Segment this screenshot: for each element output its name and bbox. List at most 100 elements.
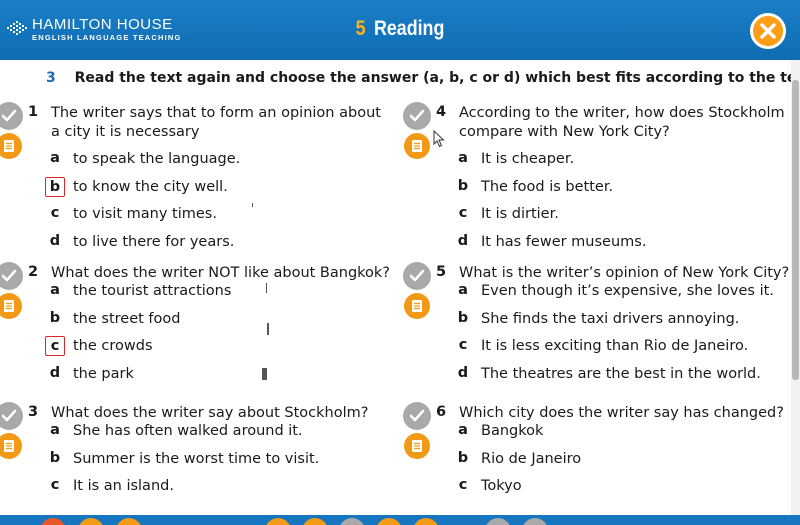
option-letter[interactable]: c (453, 476, 473, 496)
check-icon[interactable] (403, 262, 431, 290)
option-letter[interactable]: a (45, 421, 65, 441)
close-icon (760, 23, 776, 39)
question-number: 4 (436, 104, 447, 120)
answer-option-c[interactable]: c Tokyo (453, 475, 522, 497)
notes-icon[interactable] (404, 133, 430, 159)
option-letter[interactable]: a (453, 421, 473, 441)
question-text: compare with New York City? (459, 124, 670, 140)
option-text: the tourist attractions (73, 283, 232, 299)
answer-option-c[interactable]: c It is less exciting than Rio de Janeiro… (453, 335, 749, 357)
option-text: to know the city well. (73, 178, 228, 195)
notes-icon[interactable] (404, 293, 430, 319)
option-text: Bangkok (481, 423, 544, 439)
notes-icon[interactable] (0, 433, 22, 459)
option-letter[interactable]: b (453, 177, 473, 197)
answer-option-b[interactable]: b to know the city well. (45, 176, 228, 198)
option-text: The theatres are the best in the world. (481, 366, 761, 383)
question-number: 2 (28, 264, 39, 280)
answer-option-a[interactable]: a to speak the language. (45, 148, 240, 170)
answer-option-b[interactable]: b She finds the taxi drivers annoying. (453, 308, 740, 330)
answer-option-d[interactable]: d the park (45, 363, 134, 385)
question-text: a city it is necessary (51, 124, 200, 140)
option-text: It is dirtier. (481, 206, 559, 223)
answer-option-d[interactable]: d to live there for years. (45, 231, 235, 253)
selected-option-letter[interactable]: c (45, 336, 65, 357)
answer-option-c[interactable]: c the crowds (45, 335, 153, 357)
stray-mark (252, 203, 253, 207)
check-icon[interactable] (0, 262, 23, 290)
question-number: 5 (436, 264, 447, 280)
answer-option-d[interactable]: d The theatres are the best in the world. (453, 363, 761, 385)
answer-option-a[interactable]: a It is cheaper. (453, 148, 574, 170)
option-letter[interactable]: c (45, 204, 65, 224)
footer-button[interactable] (339, 518, 365, 525)
scrollbar[interactable] (791, 60, 800, 515)
answer-option-c[interactable]: c to visit many times. (45, 203, 217, 225)
notes-icon[interactable] (0, 293, 22, 319)
answer-option-c[interactable]: c It is an island. (45, 475, 174, 497)
option-letter[interactable]: d (453, 364, 473, 384)
option-letter[interactable]: b (45, 309, 65, 329)
question-text: The writer says that to form an opinion … (51, 105, 381, 121)
answer-option-a[interactable]: a the tourist attractions (45, 280, 231, 302)
option-letter[interactable]: d (45, 364, 65, 384)
question-text: According to the writer, how does Stockh… (459, 105, 785, 121)
option-letter[interactable]: b (45, 449, 65, 469)
footer-button[interactable] (302, 518, 328, 525)
notes-icon[interactable] (404, 433, 430, 459)
answer-option-b[interactable]: b Summer is the worst time to visit. (45, 448, 320, 470)
mouse-cursor-icon (433, 130, 445, 148)
option-text: the park (73, 366, 134, 383)
check-icon[interactable] (403, 102, 431, 130)
answer-option-c[interactable]: c It is dirtier. (453, 203, 559, 225)
answer-option-a[interactable]: a She has often walked around it. (45, 420, 303, 442)
option-letter[interactable]: a (45, 149, 65, 169)
option-letter[interactable]: d (453, 232, 473, 252)
check-icon[interactable] (0, 102, 23, 130)
footer-button[interactable] (376, 518, 402, 525)
option-letter[interactable]: b (453, 449, 473, 469)
option-letter[interactable]: c (45, 476, 65, 496)
scrollbar-thumb[interactable] (792, 80, 799, 380)
option-letter[interactable]: a (45, 281, 65, 301)
footer-button[interactable] (40, 518, 66, 525)
option-letter[interactable]: c (453, 336, 473, 356)
option-letter[interactable]: a (453, 149, 473, 169)
footer-button[interactable] (485, 518, 511, 525)
exercise-instruction: 3 Read the text again and choose the ans… (46, 70, 800, 86)
exercise-number: 3 (46, 70, 56, 86)
option-text: to speak the language. (73, 151, 241, 167)
stray-mark (267, 323, 269, 335)
answer-option-b[interactable]: b The food is better. (453, 176, 613, 198)
option-text: Tokyo (481, 478, 522, 495)
option-text: to visit many times. (73, 206, 217, 223)
answer-option-b[interactable]: b Rio de Janeiro (453, 448, 581, 470)
question-number: 1 (28, 104, 39, 120)
footer-button[interactable] (78, 518, 104, 525)
question-number: 3 (28, 404, 39, 420)
answer-option-d[interactable]: d It has fewer museums. (453, 231, 647, 253)
answer-option-a[interactable]: a Bangkok (453, 420, 543, 442)
notes-icon[interactable] (0, 133, 22, 159)
selected-option-letter[interactable]: b (45, 176, 65, 197)
option-letter[interactable]: a (453, 281, 473, 301)
footer-toolbar (0, 515, 800, 525)
option-text: Rio de Janeiro (481, 450, 582, 467)
check-icon[interactable] (0, 402, 23, 430)
close-button[interactable] (750, 13, 786, 49)
option-letter[interactable]: b (453, 309, 473, 329)
footer-button[interactable] (522, 518, 548, 525)
option-text: It is an island. (73, 478, 174, 495)
option-text: the street food (73, 310, 181, 327)
option-text: to live there for years. (73, 234, 235, 251)
footer-button[interactable] (265, 518, 291, 525)
option-letter[interactable]: d (45, 232, 65, 252)
answer-option-a[interactable]: a Even though it’s expensive, she loves i… (453, 280, 774, 302)
footer-button[interactable] (413, 518, 439, 525)
check-icon[interactable] (403, 402, 431, 430)
question-number: 6 (436, 404, 447, 420)
option-letter[interactable]: c (453, 204, 473, 224)
footer-button[interactable] (116, 518, 142, 525)
stray-mark (266, 283, 267, 293)
answer-option-b[interactable]: b the street food (45, 308, 181, 330)
